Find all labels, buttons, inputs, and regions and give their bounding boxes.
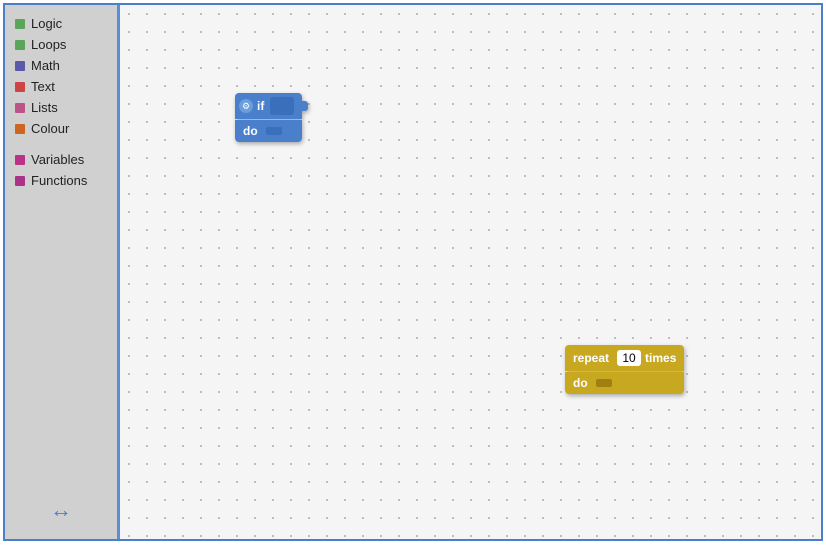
block-canvas[interactable]: ⚙ if do repeat 10	[120, 5, 821, 539]
sidebar-label-lists: Lists	[31, 100, 58, 115]
sidebar-item-colour[interactable]: Colour	[5, 118, 117, 139]
gear-icon[interactable]: ⚙	[239, 99, 253, 113]
sidebar-label-functions: Functions	[31, 173, 87, 188]
sidebar: Logic Loops Math Text Lists Colour Varia…	[5, 5, 120, 539]
lists-dot	[15, 103, 25, 113]
sidebar-item-lists[interactable]: Lists	[5, 97, 117, 118]
repeat-block-container[interactable]: repeat 10 times do	[565, 345, 684, 394]
repeat-block-bottom: do	[565, 372, 684, 394]
repeat-block-top: repeat 10 times	[565, 345, 684, 371]
loops-dot	[15, 40, 25, 50]
text-dot	[15, 82, 25, 92]
colour-dot	[15, 124, 25, 134]
math-dot	[15, 61, 25, 71]
repeat-do-label: do	[573, 376, 588, 390]
do-notch	[266, 127, 282, 135]
logic-dot	[15, 19, 25, 29]
sidebar-separator	[5, 139, 117, 149]
sidebar-label-text: Text	[31, 79, 55, 94]
if-block-top: ⚙ if	[235, 93, 302, 119]
repeat-block[interactable]: repeat 10 times do	[565, 345, 684, 394]
if-block-container[interactable]: ⚙ if do	[235, 93, 302, 142]
repeat-do-notch	[596, 379, 612, 387]
variables-dot	[15, 155, 25, 165]
sidebar-item-variables[interactable]: Variables	[5, 149, 117, 170]
sidebar-item-text[interactable]: Text	[5, 76, 117, 97]
repeat-label: repeat	[573, 351, 609, 365]
times-label: times	[645, 351, 676, 365]
main-container: Logic Loops Math Text Lists Colour Varia…	[3, 3, 823, 541]
if-block-bottom: do	[235, 120, 302, 142]
do-label: do	[243, 124, 258, 138]
repeat-number-input[interactable]: 10	[617, 350, 641, 366]
sidebar-label-variables: Variables	[31, 152, 84, 167]
sidebar-item-logic[interactable]: Logic	[5, 13, 117, 34]
sidebar-label-colour: Colour	[31, 121, 69, 136]
sidebar-label-math: Math	[31, 58, 60, 73]
resize-arrow[interactable]: ↔	[50, 497, 72, 523]
functions-dot	[15, 176, 25, 186]
sidebar-label-loops: Loops	[31, 37, 66, 52]
if-condition-slot	[270, 97, 294, 115]
sidebar-item-math[interactable]: Math	[5, 55, 117, 76]
sidebar-label-logic: Logic	[31, 16, 62, 31]
if-block[interactable]: ⚙ if do	[235, 93, 302, 142]
if-label: if	[257, 99, 264, 113]
sidebar-item-functions[interactable]: Functions	[5, 170, 117, 191]
if-puzzle-right	[302, 101, 308, 111]
sidebar-item-loops[interactable]: Loops	[5, 34, 117, 55]
